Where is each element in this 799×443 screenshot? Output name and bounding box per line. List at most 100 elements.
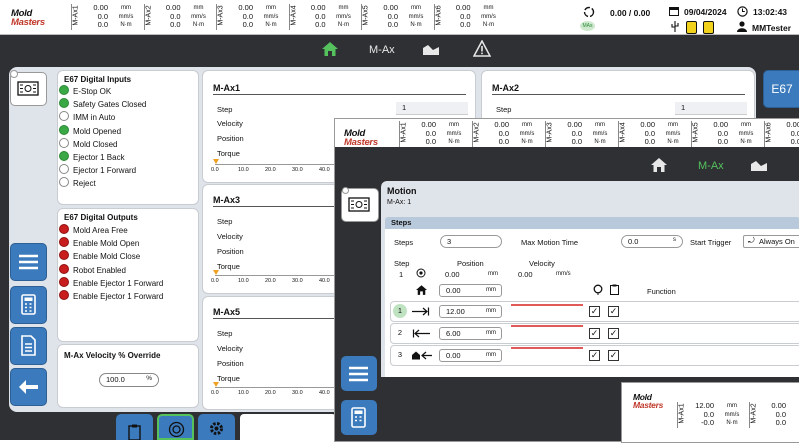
velocity-limit-line <box>511 304 583 306</box>
document-button[interactable] <box>10 327 47 365</box>
scale-tick-label: 0.0 <box>211 390 219 396</box>
axis-card-max3: M-Ax3 Step Velocity Position Torque 0.0 1… <box>202 184 344 294</box>
cycle-icon <box>583 6 595 18</box>
io-item: Mold Opened <box>58 124 146 138</box>
digital-outputs-list: Mold Area Free Enable Mold Open Enable Mol… <box>58 224 163 303</box>
io-item: Enable Ejector 1 Forward <box>58 276 164 290</box>
settings-button[interactable] <box>198 414 235 440</box>
axis-name: M-Ax2 <box>473 122 481 143</box>
status-indicator-icon <box>59 151 69 162</box>
user-name: MMTester <box>752 23 792 33</box>
status-indicator-icon <box>59 137 69 148</box>
function-checkbox[interactable]: ✓ <box>608 350 619 361</box>
status-indicator-icon <box>59 164 69 175</box>
function-checkbox[interactable]: ✓ <box>608 328 619 339</box>
cycle-value: 0.00 / 0.00 <box>610 8 651 18</box>
home-icon[interactable] <box>322 42 338 56</box>
vacuum-checkbox[interactable]: ✓ <box>589 350 600 361</box>
axis-name: M-Ax1 <box>400 122 408 143</box>
sdcard-icon <box>686 21 697 34</box>
axis-readout: M-Ax4 0.00 0.0 0.0 mm mm/s N·m <box>618 120 689 149</box>
max-motion-label: Max Motion Time <box>521 238 579 247</box>
scale-tick-label: 10.0 <box>238 278 249 284</box>
steps-input[interactable]: 3 <box>440 235 502 248</box>
steps-header-bar: Steps <box>385 217 799 229</box>
axis-value: 0.0 <box>498 137 509 146</box>
mold-masters-logo: Mold Masters <box>633 392 664 410</box>
io-item: Enable Mold Close <box>58 250 163 263</box>
axis-card-title: M-Ax1 <box>213 83 241 93</box>
menu-button[interactable] <box>341 356 377 391</box>
calculator-button[interactable] <box>341 400 377 435</box>
row-label: Position <box>217 247 244 256</box>
home-position-input[interactable]: 0.00 mm <box>439 284 502 297</box>
axis-unit: N·m <box>667 139 679 145</box>
mold-masters-logo: Mold Masters <box>344 128 378 148</box>
chart-icon[interactable] <box>423 44 439 55</box>
axis-unit: mm/s <box>665 130 681 137</box>
step-number: 2 <box>397 328 403 337</box>
io-label: Reject <box>73 179 96 189</box>
status-indicator-icon <box>59 263 69 274</box>
clock-icon <box>737 6 748 17</box>
move-forward-icon <box>412 307 430 316</box>
calculator-button[interactable] <box>10 286 47 324</box>
row-label: Step <box>496 105 512 114</box>
row-label: Torque <box>217 374 240 383</box>
max-motion-input[interactable]: 0.0 s <box>621 235 683 248</box>
axis-name: M-Ax5 <box>692 122 700 143</box>
row-label: Torque <box>217 262 240 271</box>
io-item: Enable Ejector 1 Forward <box>58 290 163 303</box>
step-row[interactable]: 3 0.00 mm ✓ ✓ <box>390 345 799 366</box>
axis-unit: N·m <box>448 139 460 145</box>
step-position-input[interactable]: 0.00 mm <box>439 349 502 362</box>
home-icon[interactable] <box>651 158 667 172</box>
scale-tick-label: 0.0 <box>211 278 219 284</box>
axis-name: M-Ax3 <box>546 122 554 143</box>
io-label: Ejector 1 Forward <box>73 166 137 176</box>
e67-button[interactable]: E67 <box>763 70 799 108</box>
axis-unit: N·m <box>521 139 533 145</box>
unit-label: mm <box>488 271 498 277</box>
touch-button[interactable] <box>157 414 194 440</box>
axis-unit: N·m <box>740 139 752 145</box>
step-position-input[interactable]: 6.00 mm <box>439 327 502 340</box>
chart-icon[interactable] <box>751 160 767 171</box>
axis-unit: mm/s <box>118 13 134 20</box>
storage-icon <box>703 21 714 34</box>
scale-tick-label: 30.0 <box>292 278 303 284</box>
axis-name: M-Ax1 <box>678 403 686 424</box>
vacuum-checkbox[interactable]: ✓ <box>589 328 600 339</box>
clipboard-button[interactable] <box>116 414 153 440</box>
vacuum-checkbox[interactable]: ✓ <box>589 306 600 317</box>
row-label: Step <box>217 217 233 226</box>
top-status-bar: Mold Masters M-Ax1 0.00 0.0 0.0 mm mm/s N·m M-Ax… <box>0 0 799 35</box>
axis-readout: M-Ax4 0.00 0.0 0.0 mm mm/s N·m <box>288 3 360 32</box>
step-row[interactable]: 2 6.00 mm ✓ ✓ <box>390 323 799 344</box>
axis-unit: mm <box>449 122 459 128</box>
step-value-box: 1 <box>396 102 468 115</box>
scale-tick-label: 20.0 <box>265 278 276 284</box>
step-row[interactable]: 1 12.00 mm ✓ ✓ <box>390 301 799 322</box>
axis-readout: M-Ax60.000.00.0mmmm/sN·m <box>764 120 799 149</box>
axis-value: 0.0 <box>97 20 108 29</box>
axis-value: 0.0 <box>571 137 582 146</box>
axis-unit: mm <box>741 122 751 128</box>
start-trigger-select[interactable]: ⤾ Always On <box>743 235 799 248</box>
status-indicator-icon <box>59 237 69 248</box>
axis-name: M-Ax2 <box>750 403 758 424</box>
menu-button[interactable] <box>10 243 47 281</box>
axis-unit: mm <box>483 5 494 11</box>
warning-icon[interactable] <box>473 40 491 57</box>
status-indicator-icon <box>59 276 69 287</box>
override-input[interactable]: 100.0 % <box>99 373 159 387</box>
io-label: Mold Closed <box>73 139 118 149</box>
status-indicator-icon <box>59 98 69 109</box>
row-label: Velocity <box>217 232 243 241</box>
io-label: Enable Ejector 1 Forward <box>73 278 164 288</box>
back-button[interactable] <box>10 368 47 406</box>
step-position-input[interactable]: 12.00 mm <box>439 305 502 318</box>
axis-readout: M-Ax5 0.00 0.0 0.0 mm mm/s N·m <box>691 120 762 149</box>
function-checkbox[interactable]: ✓ <box>608 306 619 317</box>
axis-card-title: M-Ax3 <box>213 195 241 205</box>
